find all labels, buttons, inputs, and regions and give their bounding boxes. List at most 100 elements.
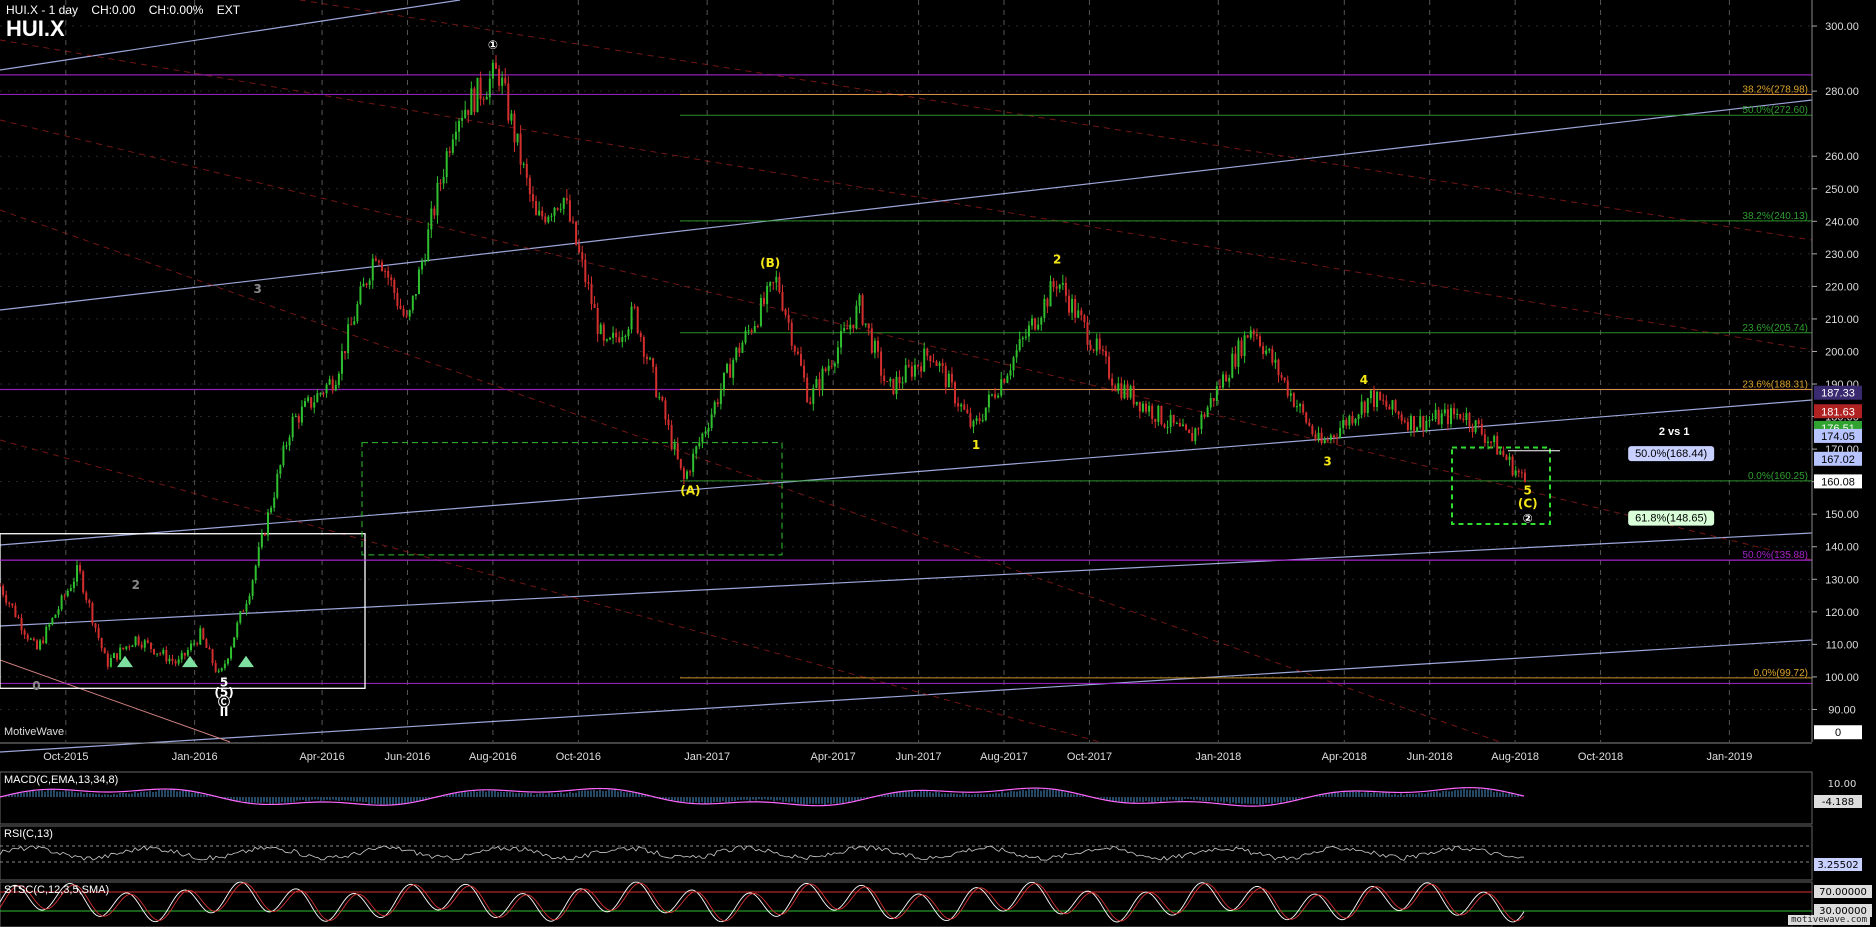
candle-body bbox=[1024, 336, 1027, 338]
candle-body bbox=[159, 653, 162, 655]
candle-body bbox=[966, 409, 969, 414]
candle-body bbox=[1274, 359, 1277, 363]
candle-body bbox=[498, 68, 501, 86]
candle-body bbox=[612, 332, 615, 338]
candle-body bbox=[932, 361, 935, 363]
candle-body bbox=[1111, 378, 1114, 386]
candle-body bbox=[827, 365, 830, 371]
axis-tick-label: 140.00 bbox=[1825, 542, 1859, 554]
candle-body bbox=[556, 207, 559, 210]
candle-body bbox=[1440, 413, 1443, 425]
candle-body bbox=[1252, 330, 1255, 335]
candle-body bbox=[1360, 401, 1363, 415]
candle-body bbox=[29, 638, 32, 640]
axis-tick-label: 130.00 bbox=[1825, 574, 1859, 586]
candle-body bbox=[390, 277, 393, 280]
candle-body bbox=[42, 640, 45, 644]
candle-body bbox=[750, 330, 753, 333]
candle-body bbox=[615, 332, 618, 338]
candle-body bbox=[889, 378, 892, 382]
rsi-line bbox=[0, 845, 1525, 861]
candle-body bbox=[177, 659, 180, 664]
candle-body bbox=[1493, 436, 1496, 443]
candle-body bbox=[476, 77, 479, 113]
candle-body bbox=[467, 109, 470, 115]
candle-body bbox=[947, 373, 950, 388]
candle-body bbox=[987, 394, 990, 408]
candle-body bbox=[1397, 411, 1400, 415]
candle-body bbox=[119, 647, 122, 660]
candle-body bbox=[251, 580, 254, 596]
candle-body bbox=[273, 497, 276, 508]
axis-tick-label: 120.00 bbox=[1825, 607, 1859, 619]
fib-layer: 61.8%(308.29)38.2%(278.98)50.0%(272.60)3… bbox=[0, 0, 1812, 679]
candle-body bbox=[32, 638, 35, 641]
candle-body bbox=[381, 262, 384, 271]
candle-body bbox=[1126, 384, 1129, 398]
candle-body bbox=[661, 396, 664, 401]
candle-body bbox=[374, 258, 377, 261]
candle-body bbox=[1015, 350, 1018, 358]
candle-body bbox=[997, 395, 1000, 398]
candle-body bbox=[787, 314, 790, 323]
candle-body bbox=[1132, 386, 1135, 405]
date-tick-label: Jun-2018 bbox=[1407, 751, 1453, 763]
candle-body bbox=[131, 645, 134, 647]
candle-body bbox=[464, 109, 467, 118]
candle-body bbox=[180, 652, 183, 660]
candle-body bbox=[578, 244, 581, 253]
candle-body bbox=[128, 646, 131, 648]
candle-body bbox=[399, 305, 402, 309]
candle-body bbox=[713, 402, 716, 415]
candle-body bbox=[156, 653, 159, 655]
candle-body bbox=[196, 643, 199, 645]
candle-body bbox=[630, 306, 633, 330]
wave-label: (C) bbox=[1518, 497, 1538, 511]
candle-body bbox=[1490, 441, 1493, 443]
candle-body bbox=[1428, 419, 1431, 421]
stsc-label[interactable]: STSC(C,12,3,5,SMA) bbox=[4, 884, 109, 896]
candle-body bbox=[48, 624, 51, 627]
candle-body bbox=[812, 387, 815, 404]
candle-body bbox=[541, 210, 544, 217]
axis-tick-label: 210.00 bbox=[1825, 314, 1859, 326]
candle-body bbox=[1385, 400, 1388, 407]
candle-body bbox=[350, 324, 353, 326]
candle-body bbox=[82, 571, 85, 593]
candle-body bbox=[981, 420, 984, 422]
candle-body bbox=[242, 611, 245, 613]
candle-body bbox=[910, 366, 913, 377]
candle-body bbox=[162, 649, 165, 654]
candle-body bbox=[867, 323, 870, 329]
candle-body bbox=[833, 363, 836, 367]
candle-body bbox=[741, 342, 744, 353]
candle-body bbox=[1067, 295, 1070, 313]
candle-body bbox=[85, 592, 88, 600]
candle-body bbox=[670, 425, 673, 449]
candle-body bbox=[876, 340, 879, 352]
candle-body bbox=[106, 653, 109, 667]
fib-label: 0.0%(160.25) bbox=[1748, 471, 1808, 482]
candle-body bbox=[310, 397, 313, 408]
macd-label[interactable]: MACD(C,EMA,13,34,8) bbox=[4, 774, 118, 786]
candle-body bbox=[1101, 349, 1104, 352]
candle-body bbox=[941, 363, 944, 367]
candle-body bbox=[1222, 374, 1225, 388]
rsi-label[interactable]: RSI(C,13) bbox=[4, 828, 53, 840]
candle-body bbox=[719, 390, 722, 405]
candle-body bbox=[1194, 428, 1197, 442]
candle-body bbox=[538, 210, 541, 216]
candle-body bbox=[535, 201, 538, 216]
candle-body bbox=[969, 413, 972, 427]
candle-body bbox=[371, 258, 374, 281]
candle-body bbox=[954, 382, 957, 404]
candle-body bbox=[1083, 315, 1086, 323]
candle-body bbox=[45, 626, 48, 644]
candle-body bbox=[1104, 351, 1107, 357]
fib-label: 23.6%(188.31) bbox=[1742, 380, 1808, 391]
candle-body bbox=[405, 315, 408, 317]
candle-body bbox=[1197, 428, 1200, 430]
candle-body bbox=[1372, 390, 1375, 408]
candle-body bbox=[1299, 404, 1302, 407]
candle-body bbox=[257, 547, 260, 566]
